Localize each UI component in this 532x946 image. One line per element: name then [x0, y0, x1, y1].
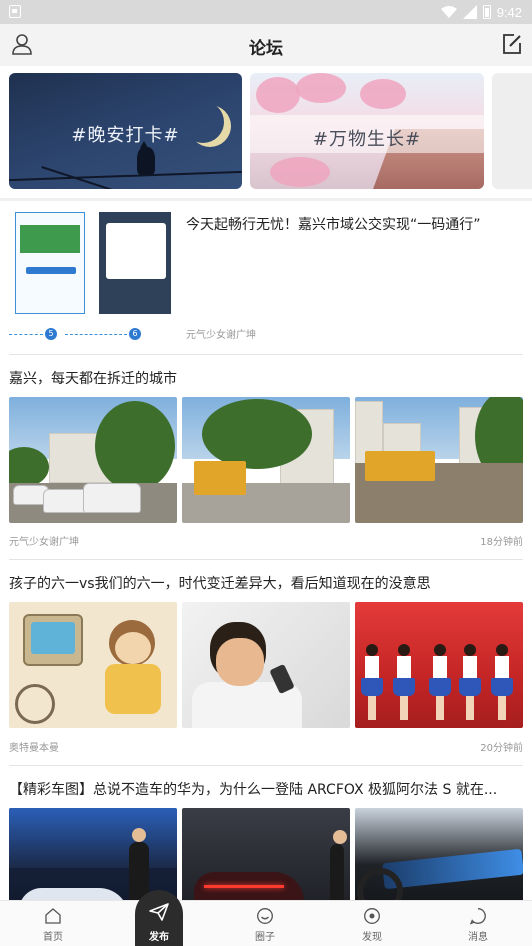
edit-icon[interactable]	[500, 32, 524, 56]
tab-messages[interactable]: 消息	[448, 907, 508, 943]
tab-discover[interactable]: 发现	[342, 907, 402, 943]
phone-image	[106, 223, 166, 279]
post-image[interactable]	[9, 397, 177, 523]
post-image[interactable]	[355, 397, 523, 523]
step-number: 6	[129, 328, 141, 340]
battery-icon	[482, 5, 491, 19]
banner-next-peek[interactable]	[492, 73, 532, 189]
paper-plane-icon	[149, 903, 169, 921]
status-time: 9:42	[496, 4, 522, 20]
post-divider	[9, 765, 523, 766]
post-author[interactable]: 元气少女谢广坤	[186, 326, 256, 341]
bottom-tab-bar: 首页 圈子 发现 消息	[0, 900, 532, 946]
scan-screenshot-image	[99, 212, 171, 314]
page-title: 论坛	[249, 39, 283, 59]
banner-text: #晚安打卡#	[71, 125, 180, 146]
section-divider	[0, 198, 532, 201]
post-thumbnail[interactable]: 5 6	[9, 210, 174, 344]
post-title[interactable]: 嘉兴，每天都在拆迁的城市	[9, 369, 523, 389]
cat-silhouette-image	[137, 141, 155, 175]
blossom-image	[256, 77, 300, 113]
banner-all-things-grow[interactable]: #万物生长#	[250, 73, 484, 189]
post-image[interactable]	[9, 602, 177, 728]
post-author[interactable]: 奥特曼本曼	[9, 739, 59, 754]
post-title[interactable]: 【精彩车图】总说不造车的华为，为什么一登陆 ARCFOX 极狐阿尔法 S 就在.…	[9, 780, 523, 800]
notification-icon	[9, 5, 21, 18]
post-divider	[9, 354, 523, 355]
post-time: 18分钟前	[480, 537, 523, 548]
blossom-image	[360, 79, 406, 109]
blossom-image	[296, 73, 346, 103]
app-header: 论坛	[0, 24, 532, 66]
status-bar: 9:42	[0, 0, 532, 24]
blossom-image	[270, 157, 330, 187]
home-icon	[45, 908, 61, 924]
post-time: 20分钟前	[480, 743, 523, 754]
post-title[interactable]: 孩子的六一vs我们的六一，时代变迁差异大，看后知道现在的没意思	[9, 574, 523, 594]
topic-banner-carousel[interactable]: #晚安打卡# #万物生长#	[0, 66, 532, 198]
green-header-image	[20, 225, 80, 253]
tab-circle[interactable]: 圈子	[235, 907, 295, 943]
tab-label: 圈子	[255, 932, 275, 943]
signal-icon	[462, 5, 477, 19]
post-image[interactable]	[355, 602, 523, 728]
arrow-line	[9, 334, 43, 335]
banner-text: #万物生长#	[312, 129, 422, 150]
post-divider	[9, 559, 523, 560]
wifi-icon	[440, 6, 457, 18]
publish-button[interactable]: 发布	[135, 890, 183, 946]
banner-goodnight-checkin[interactable]: #晚安打卡#	[9, 73, 242, 189]
post-image[interactable]	[182, 397, 350, 523]
post-image-grid[interactable]	[9, 602, 523, 728]
step-number: 5	[45, 328, 57, 340]
qr-screenshot-image	[15, 212, 85, 314]
post-image[interactable]	[182, 602, 350, 728]
blue-button-image	[26, 267, 76, 274]
tab-home[interactable]: 首页	[23, 907, 83, 943]
status-bar-right: 9:42	[440, 3, 522, 21]
post-title[interactable]: 今天起畅行无忧！嘉兴市域公交实现“一码通行”	[186, 214, 518, 236]
message-icon	[469, 908, 486, 925]
post-image-grid[interactable]	[9, 397, 523, 523]
smiley-icon	[257, 908, 273, 924]
wire-image	[9, 170, 242, 182]
tab-label: 消息	[468, 932, 488, 943]
tab-label: 首页	[43, 932, 63, 943]
publish-label: 发布	[149, 932, 169, 943]
tab-label: 发现	[362, 932, 382, 943]
compass-icon	[364, 908, 380, 924]
arrow-line	[65, 334, 127, 335]
post-author[interactable]: 元气少女谢广坤	[9, 533, 79, 548]
